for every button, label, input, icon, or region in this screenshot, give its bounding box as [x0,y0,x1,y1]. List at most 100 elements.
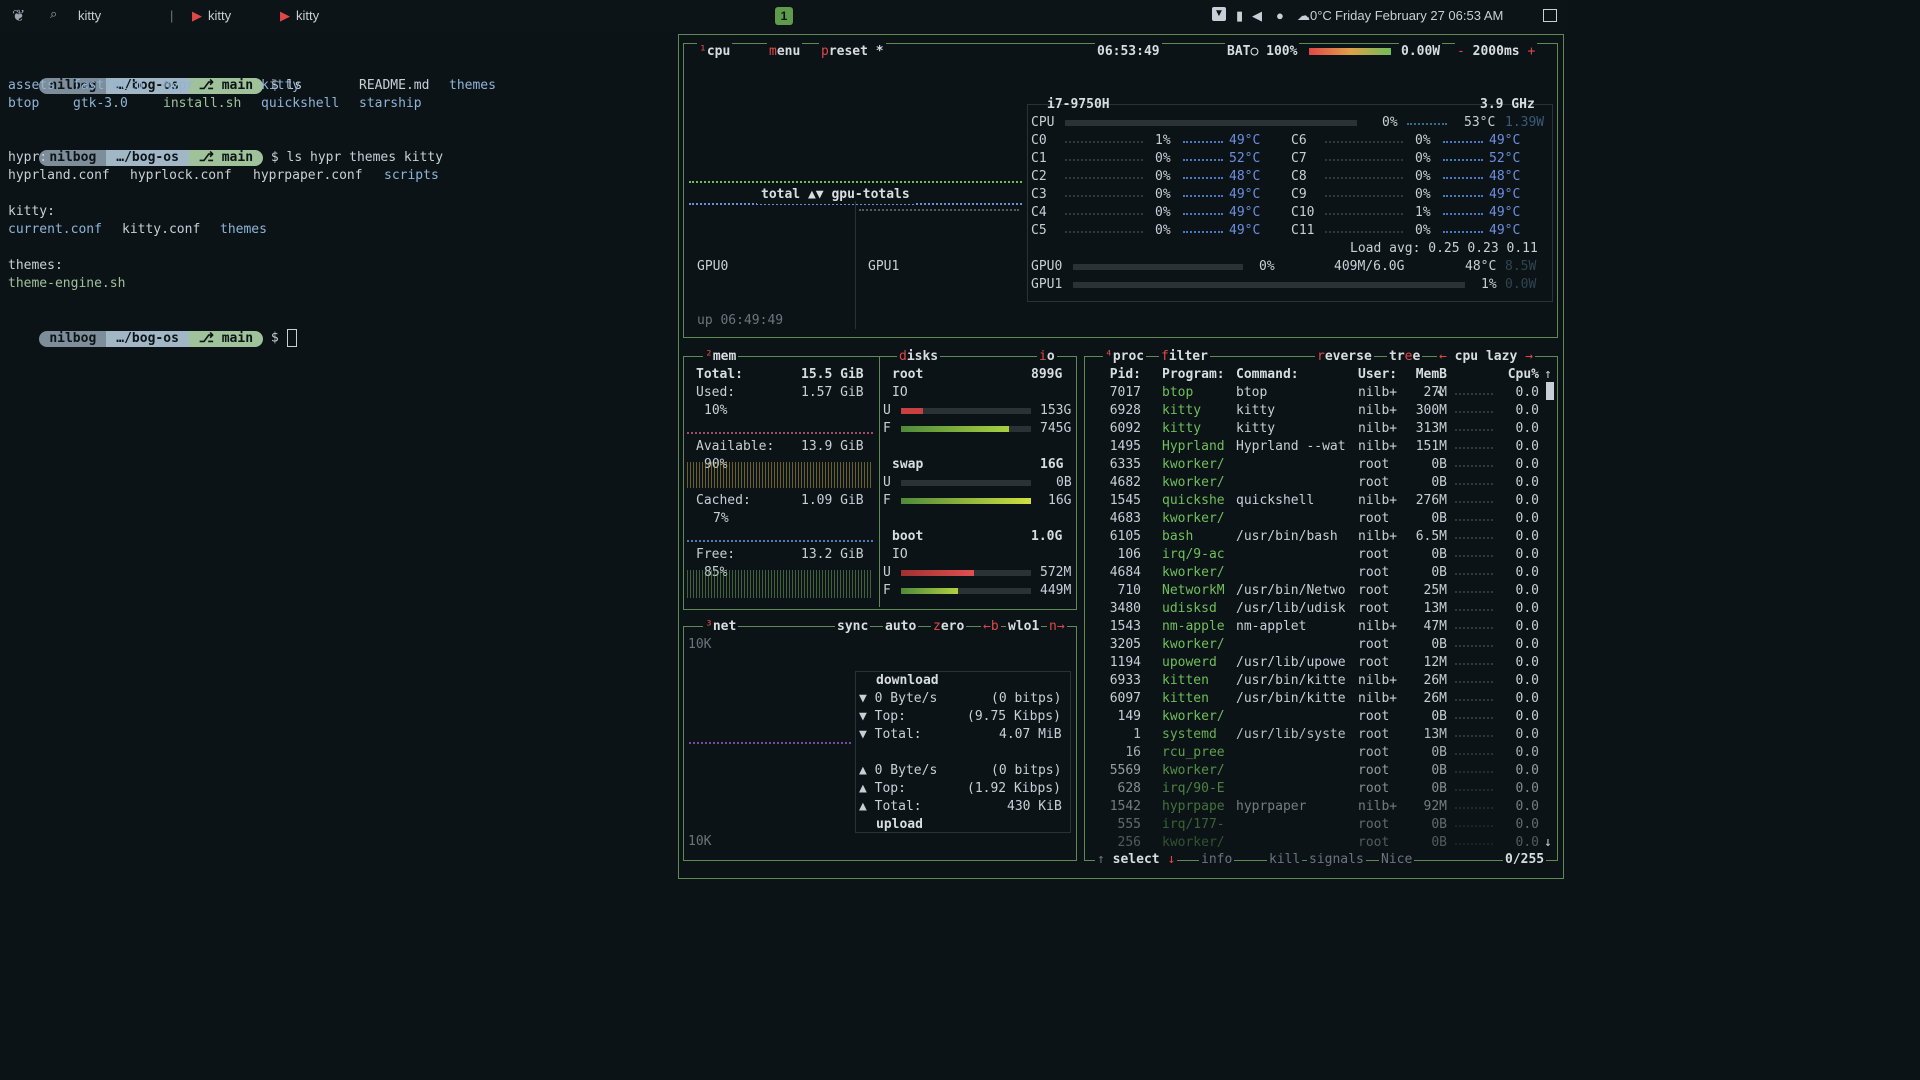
proc-header-cell[interactable]: Command: [1236,366,1299,384]
core-temp-graph [1183,174,1223,179]
disk-root-size: 899G [1031,367,1063,382]
disks-tab[interactable]: disks [897,348,941,366]
workspace-indicator[interactable]: 1 [775,7,793,25]
sidebar-toggle-icon[interactable] [1543,9,1557,22]
proc-header-cell[interactable]: Cpu% [1505,366,1539,384]
core-name: C10 [1291,205,1315,220]
taskbar-tab-2[interactable]: kitty [296,8,319,23]
disk-swap-label: swap [892,457,924,472]
disk-root-label: root [892,367,924,382]
io-tab[interactable]: io [1037,348,1057,366]
core-graph [1325,156,1403,161]
clock[interactable]: Friday February 27 06:53 AM [1335,8,1503,23]
proc-header-cell[interactable]: User: [1358,366,1397,384]
battery-bar [1309,48,1391,55]
proc-tab[interactable]: ⁴proc [1103,348,1147,366]
mem-free: 13.2 GiB [801,547,864,562]
net-auto-button[interactable]: auto [883,618,919,636]
interval-control[interactable]: - 2000ms + [1455,43,1538,61]
proc-mem: 92M [1423,799,1447,814]
logo-icon[interactable]: ❦ [12,6,25,26]
proc-header-cell[interactable]: Pid: [1099,366,1141,384]
core-temp: 49°C [1489,187,1521,202]
proc-signals-button[interactable]: signals [1307,851,1366,869]
net-tab[interactable]: ³net [703,618,739,636]
core-pct: 0% [1415,169,1431,184]
proc-command: /usr/bin/Netwo [1236,583,1346,598]
proc-cpu: 0.0 [1515,385,1539,400]
power-draw: 0.00W [1399,43,1443,61]
proc-scrollbar-thumb[interactable] [1546,382,1554,400]
proc-mem: 0B [1431,781,1447,796]
mouse-cursor-icon: ⬉ [1436,386,1445,402]
core-name: C11 [1291,223,1315,238]
proc-select-button[interactable]: ↑ select ↓ [1095,851,1178,869]
proc-kill-button[interactable]: kill [1267,851,1303,869]
scroll-up-icon[interactable]: ↑ [1544,366,1552,384]
core-name: C0 [1031,133,1047,148]
core-temp-graph [1443,174,1483,179]
core-name: C7 [1291,151,1307,166]
ul-total: 430 KiB [1007,799,1062,814]
proc-header-cell[interactable]: Program: [1162,366,1225,384]
proc-command: /usr/lib/syste [1236,727,1346,742]
proc-cpu-graph [1455,498,1493,503]
mem-tab[interactable]: ²mem [703,348,739,366]
prompt-line[interactable]: nilbog …/bog-os ⎇ main $ [8,311,297,347]
proc-header-cell[interactable]: MemB [1415,366,1447,384]
proc-tree-button[interactable]: tree [1387,348,1423,366]
proc-nice-button[interactable]: Nice [1379,851,1415,869]
proc-command: /usr/bin/bash [1236,529,1338,544]
proc-reverse-button[interactable]: reverse [1315,348,1374,366]
proc-program: kworker/ [1162,637,1225,652]
terminal-pane[interactable]: nilbog …/bog-os ⎇ main $ ls assets fastfetc… [0,34,672,882]
ls-output-row: theme-engine.sh [8,276,126,291]
btop-window[interactable]: ¹cpu menu preset * 06:53:49 BAT○ 100% 0.… [678,34,1564,879]
search-icon[interactable]: ⌕ [50,6,57,22]
scroll-down-icon[interactable]: ↓ [1544,834,1552,852]
net-interface: wlo1 [1006,618,1042,636]
menu-button[interactable]: menu [767,43,803,61]
proc-filter-button[interactable]: filter [1159,348,1210,366]
cpu-tab[interactable]: ¹cpu [697,43,733,61]
proc-cpu: 0.0 [1515,493,1539,508]
proc-program: kitten [1162,691,1209,706]
record-icon[interactable]: ● [1276,8,1284,23]
proc-pid: 1545 [1109,493,1141,508]
gpu1-line-label: GPU1 [1031,277,1063,292]
battery-icon[interactable]: ▮ [1236,8,1243,24]
cpu-temp: 53°C [1464,115,1496,130]
net-sync-button[interactable]: sync [835,618,871,636]
clock: 06:53:49 [1095,43,1162,61]
proc-pid: 6933 [1109,673,1141,688]
core-temp-graph [1443,228,1483,233]
proc-info-button[interactable]: info [1199,851,1235,869]
preset-button[interactable]: preset * [819,43,886,61]
proc-cpu: 0.0 [1515,421,1539,436]
download-title: download [876,673,939,688]
net-zero-button[interactable]: zero [931,618,967,636]
proc-pid: 6105 [1109,529,1141,544]
proc-cpu: 0.0 [1515,565,1539,580]
gpu-activity [859,209,1019,213]
volume-icon[interactable]: ◀ [1252,8,1262,24]
wifi-icon[interactable]: ▼ [1212,7,1226,21]
separator: | [170,8,174,23]
proc-cpu-graph [1455,408,1493,413]
cpu-watts: 1.39W [1505,115,1545,130]
proc-program: bash [1162,529,1194,544]
proc-pid: 1 [1133,727,1141,742]
disk-swap-free-bar [901,498,1031,504]
core-temp: 48°C [1229,169,1261,184]
core-graph [1325,210,1403,215]
disk-boot-used-bar [901,570,1031,576]
net-next-button[interactable]: n→ [1047,618,1067,636]
proc-cpu-graph [1455,552,1493,557]
window-title: kitty [78,8,102,23]
proc-program: kworker/ [1162,709,1225,724]
net-prev-button[interactable]: ←b [981,618,1001,636]
proc-sort-button[interactable]: ← cpu lazy → [1437,348,1535,366]
proc-cpu-graph [1455,768,1493,773]
proc-pid: 5569 [1109,763,1141,778]
taskbar-tab-1[interactable]: kitty [208,8,231,23]
